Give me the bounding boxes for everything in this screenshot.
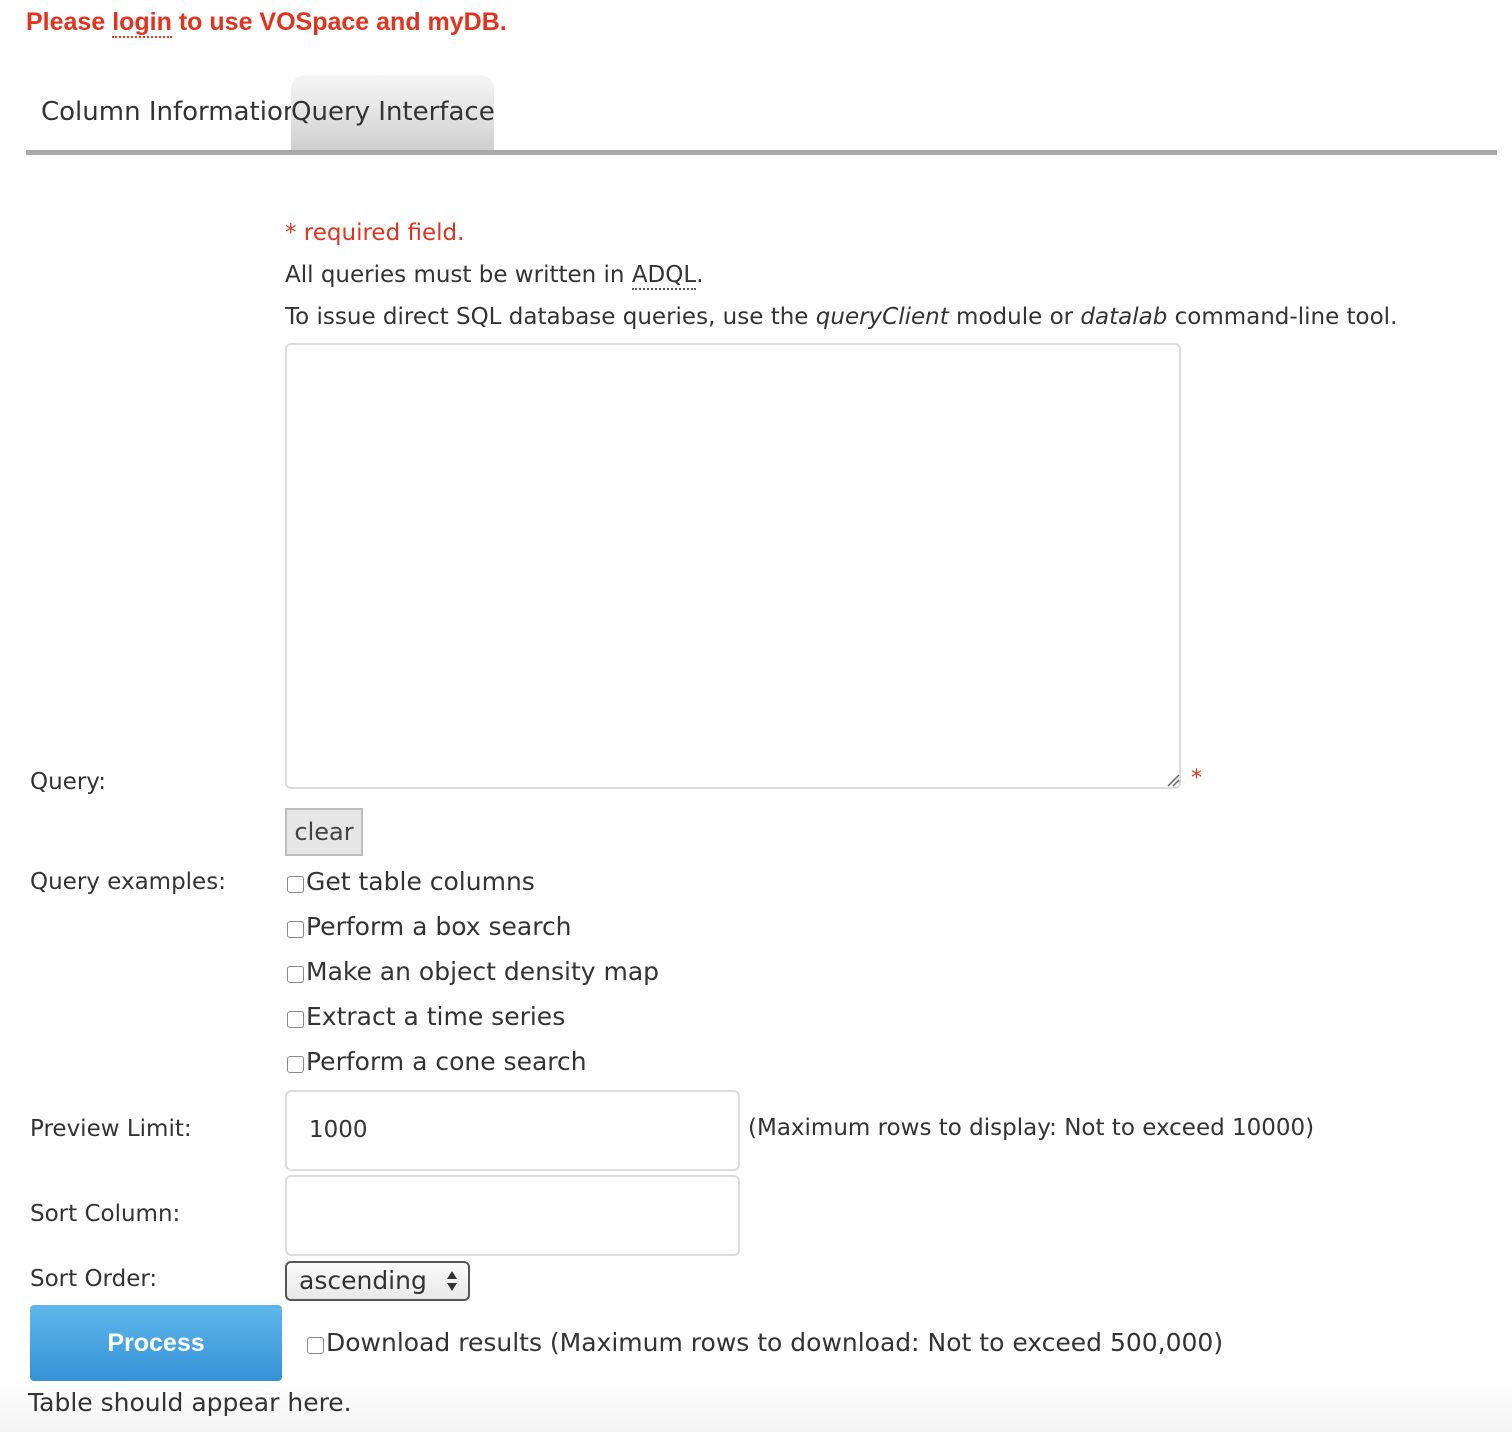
checkbox-unchecked-icon[interactable] xyxy=(307,1337,324,1354)
checkbox-unchecked-icon[interactable] xyxy=(287,921,304,938)
sql-note-suffix: command-line tool. xyxy=(1167,304,1398,330)
tab-bar: Column Information Query Interface xyxy=(26,75,1497,155)
tab-column-information[interactable]: Column Information xyxy=(26,75,299,150)
checkbox-unchecked-icon[interactable] xyxy=(287,966,304,983)
example-box-search[interactable]: Perform a box search xyxy=(287,912,572,942)
adql-note: All queries must be written in ADQL. xyxy=(285,262,704,290)
query-textarea[interactable] xyxy=(285,343,1181,789)
preview-limit-label: Preview Limit: xyxy=(30,1116,192,1142)
sort-column-input[interactable] xyxy=(285,1175,740,1256)
download-results-label: Download results (Maximum rows to downlo… xyxy=(326,1328,1224,1357)
sort-column-label: Sort Column: xyxy=(30,1201,181,1227)
login-banner-prefix: Please xyxy=(26,8,113,36)
example-density-map[interactable]: Make an object density map xyxy=(287,957,659,987)
checkbox-unchecked-icon[interactable] xyxy=(287,1011,304,1028)
example-time-series[interactable]: Extract a time series xyxy=(287,1002,565,1032)
resize-grip-icon[interactable] xyxy=(1166,773,1180,787)
required-field-note: * required field. xyxy=(285,220,465,246)
query-label: Query: xyxy=(30,769,106,795)
query-examples-label: Query examples: xyxy=(30,869,226,895)
sql-note: To issue direct SQL database queries, us… xyxy=(285,304,1397,330)
sort-order-select[interactable]: ascending xyxy=(285,1261,470,1301)
example-get-table-columns[interactable]: Get table columns xyxy=(287,867,535,897)
preview-limit-hint: (Maximum rows to display: Not to exceed … xyxy=(748,1115,1315,1141)
adql-note-prefix: All queries must be written in xyxy=(285,262,632,288)
sql-note-prefix: To issue direct SQL database queries, us… xyxy=(285,304,816,330)
table-placeholder-message: Table should appear here. xyxy=(28,1388,352,1417)
tab-query-interface[interactable]: Query Interface xyxy=(291,75,495,150)
checkbox-unchecked-icon[interactable] xyxy=(287,876,304,893)
chevron-updown-icon xyxy=(447,1271,457,1291)
clear-button[interactable]: clear xyxy=(285,808,363,856)
example-cone-search[interactable]: Perform a cone search xyxy=(287,1047,587,1077)
login-link[interactable]: login xyxy=(112,8,172,38)
example-label: Perform a cone search xyxy=(306,1047,587,1076)
datalab-tool-name: datalab xyxy=(1080,304,1168,330)
process-button[interactable]: Process xyxy=(30,1305,282,1381)
sql-note-middle: module or xyxy=(948,304,1081,330)
login-banner-suffix: to use VOSpace and myDB. xyxy=(171,8,507,36)
sort-order-label: Sort Order: xyxy=(30,1266,158,1292)
query-page: Please login to use VOSpace and myDB. Co… xyxy=(0,0,1512,1432)
sort-order-value: ascending xyxy=(299,1266,427,1295)
example-label: Make an object density map xyxy=(306,957,660,986)
login-banner: Please login to use VOSpace and myDB. xyxy=(26,8,507,38)
queryclient-module-name: queryClient xyxy=(815,304,949,330)
adql-note-suffix: . xyxy=(696,262,704,288)
query-required-star: * xyxy=(1191,766,1202,791)
preview-limit-input[interactable]: 1000 xyxy=(285,1090,740,1171)
adql-abbr: ADQL xyxy=(631,262,697,290)
example-label: Perform a box search xyxy=(306,912,572,941)
checkbox-unchecked-icon[interactable] xyxy=(287,1056,304,1073)
example-label: Get table columns xyxy=(306,867,535,896)
download-results-option[interactable]: Download results (Maximum rows to downlo… xyxy=(307,1328,1223,1357)
example-label: Extract a time series xyxy=(306,1002,566,1031)
